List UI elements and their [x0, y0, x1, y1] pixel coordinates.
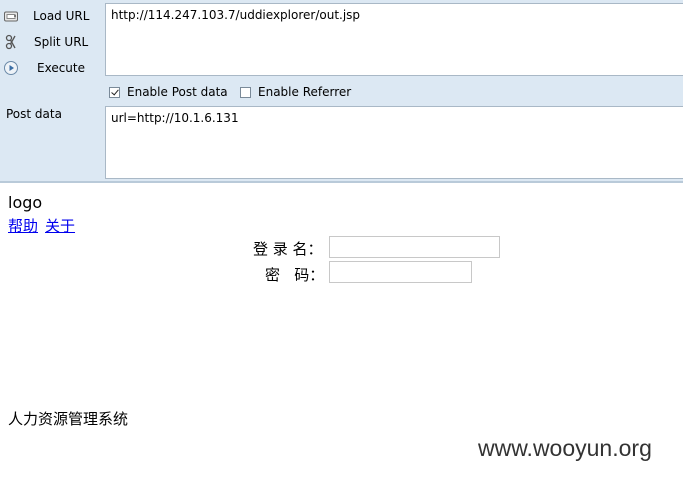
execute-label: Execute — [37, 61, 85, 75]
username-label: 登 录 名： — [253, 240, 323, 258]
post-data-input[interactable]: url=http://10.1.6.131 — [105, 106, 683, 179]
post-data-label: Post data — [6, 107, 62, 121]
username-input[interactable] — [329, 236, 500, 258]
about-link[interactable]: 关于 — [45, 215, 75, 236]
system-name: 人力资源管理系统 — [8, 410, 129, 428]
watermark: www.wooyun.org — [478, 435, 652, 461]
load-url-icon — [4, 11, 18, 22]
split-url-label: Split URL — [34, 35, 89, 49]
hackbar-divider — [0, 181, 683, 183]
hackbar-panel: Load URL Split URL Execute http://114.24… — [0, 0, 683, 181]
enable-referrer-label: Enable Referrer — [258, 85, 352, 99]
load-url-button[interactable]: Load URL — [0, 4, 100, 28]
password-input[interactable] — [329, 261, 472, 283]
play-icon — [4, 61, 18, 75]
url-input[interactable]: http://114.247.103.7/uddiexplorer/out.js… — [105, 3, 683, 76]
enable-post-data-checkbox[interactable]: Enable Post data — [109, 84, 228, 100]
help-link[interactable]: 帮助 — [8, 215, 38, 236]
checkbox-checked-icon — [109, 87, 120, 98]
checkbox-unchecked-icon — [240, 87, 251, 98]
split-url-button[interactable]: Split URL — [0, 30, 100, 54]
logo-text: logo — [8, 193, 43, 212]
enable-post-data-label: Enable Post data — [127, 85, 228, 99]
load-url-label: Load URL — [33, 9, 90, 23]
enable-referrer-checkbox[interactable]: Enable Referrer — [240, 84, 351, 100]
execute-button[interactable]: Execute — [0, 56, 100, 80]
split-url-icon — [5, 34, 16, 50]
password-label: 密 码： — [265, 266, 325, 284]
